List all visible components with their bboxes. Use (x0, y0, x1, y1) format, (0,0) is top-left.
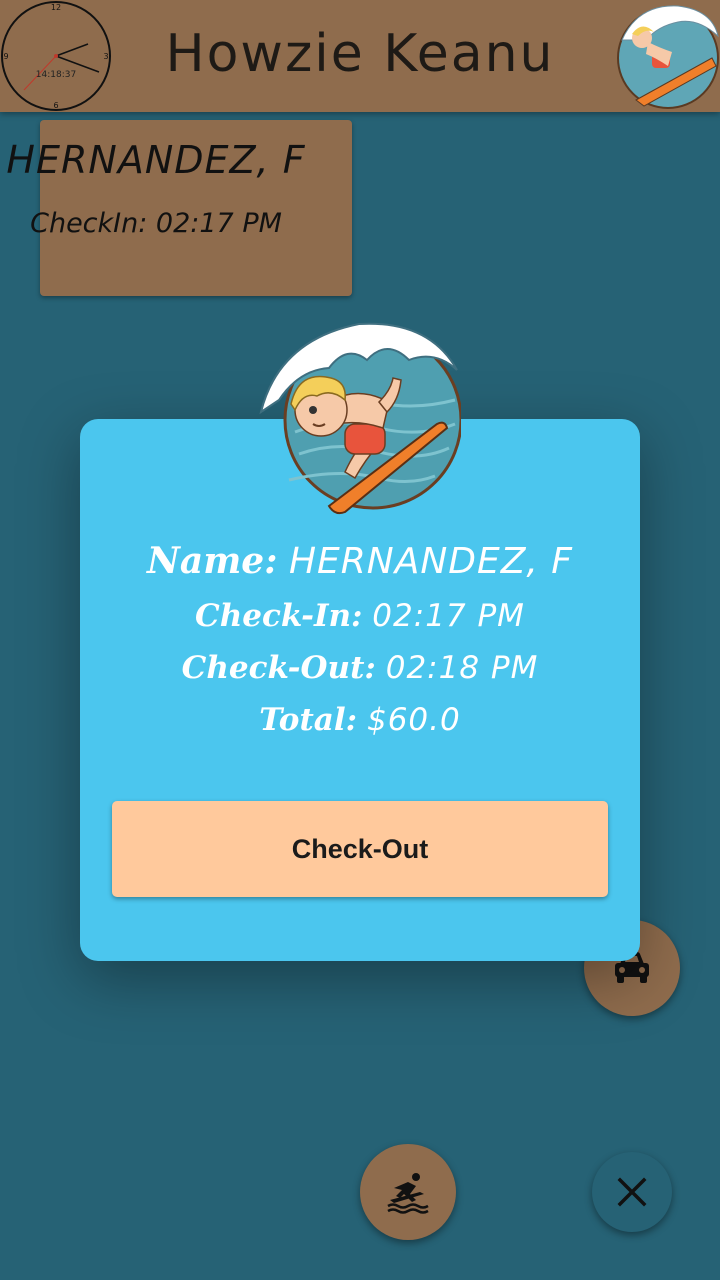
svg-text:6: 6 (53, 101, 58, 110)
checkin-value: 02:17 PM (372, 598, 525, 634)
svg-text:12: 12 (51, 3, 61, 12)
close-button[interactable] (592, 1152, 672, 1232)
guest-name-row: Name: HERNANDEZ, F (80, 540, 640, 582)
app-header: 12 3 6 9 14:18:37 Howzie Keanu (0, 0, 720, 112)
surf-button[interactable] (360, 1144, 456, 1240)
name-value: HERNANDEZ, F (288, 541, 574, 582)
checkout-label: Check-Out: (181, 650, 376, 686)
checkout-button[interactable]: Check-Out (112, 801, 608, 897)
guest-card-name: HERNANDEZ, F (6, 138, 306, 182)
checkout-value: 02:18 PM (385, 650, 539, 686)
checkin-row: Check-In: 02:17 PM (80, 598, 640, 634)
surfer-mascot-icon (259, 322, 461, 515)
guest-card-checkin: CheckIn: 02:17 PM (30, 208, 282, 239)
checkout-row: Check-Out: 02:18 PM (80, 650, 640, 686)
total-row: Total: $60.0 (80, 702, 640, 738)
surfer-icon (387, 1173, 429, 1214)
name-label: Name: (146, 540, 278, 582)
surfer-avatar-icon (617, 5, 719, 109)
total-value: $60.0 (366, 702, 461, 738)
close-icon (617, 1177, 647, 1207)
checkin-label: Check-In: (195, 598, 363, 634)
total-label: Total: (259, 702, 358, 738)
